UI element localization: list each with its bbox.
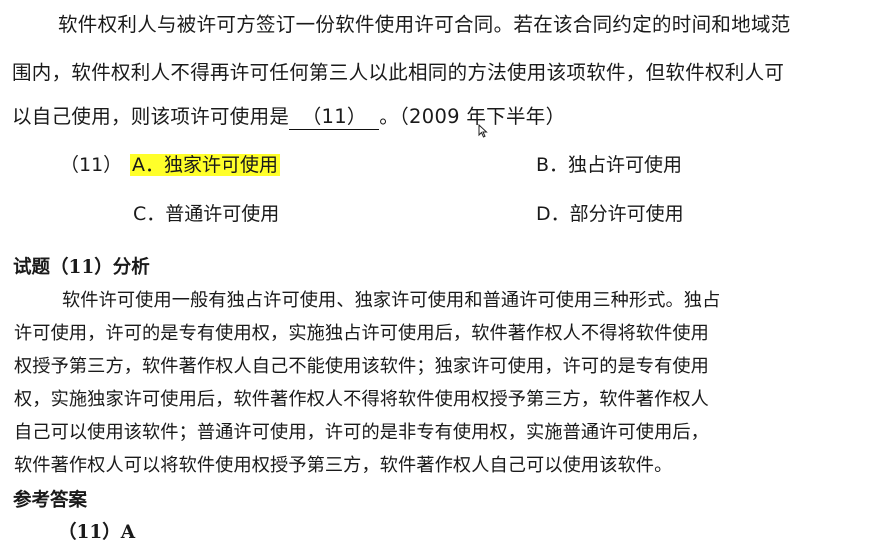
analysis-line: 权，实施独家许可使用后，软件著作权人不得将软件使用权授予第三方，软件著作权人: [14, 389, 709, 410]
analysis-line: 许可使用，许可的是专有使用权，实施独占许可使用后，软件著作权人不得将软件使用: [14, 323, 709, 344]
option-a-label: A．独家许可使用: [130, 154, 280, 176]
analysis-line: 软件许可使用一般有独占许可使用、独家许可使用和普通许可使用三种形式。独占: [62, 290, 721, 311]
question-source: 。（2009 年下半年）: [379, 105, 566, 128]
mouse-cursor-icon: [478, 124, 488, 138]
question-text: 以自己使用，则该项许可使用是: [12, 105, 290, 128]
option-b[interactable]: B．独占许可使用: [536, 150, 682, 177]
analysis-line: 权授予第三方，软件著作权人自己不能使用该软件；独家许可使用，许可的是专有使用: [14, 356, 709, 377]
analysis-heading: 试题（11）分析: [13, 257, 150, 278]
analysis-line: 软件著作权人可以将软件使用权授予第三方，软件著作权人自己可以使用该软件。: [14, 455, 673, 476]
option-d[interactable]: D．部分许可使用: [536, 199, 684, 226]
analysis-line: 自己可以使用该软件；普通许可使用，许可的是非专有使用权，实施普通许可使用后，: [14, 422, 709, 443]
option-number: （11）: [60, 154, 123, 176]
option-a[interactable]: A．独家许可使用: [130, 150, 280, 177]
question-line-2: 围内，软件权利人不得再许可任何第三人以此相同的方法使用该项软件，但软件权利人可: [12, 61, 785, 84]
question-line-1: 软件权利人与被许可方签订一份软件使用许可合同。若在该合同约定的时间和地域范: [58, 13, 791, 36]
option-c[interactable]: C．普通许可使用: [133, 199, 279, 226]
answer-value: （11）A: [58, 522, 136, 543]
answer-heading: 参考答案: [13, 490, 88, 511]
answer-blank: （11）: [289, 100, 380, 130]
